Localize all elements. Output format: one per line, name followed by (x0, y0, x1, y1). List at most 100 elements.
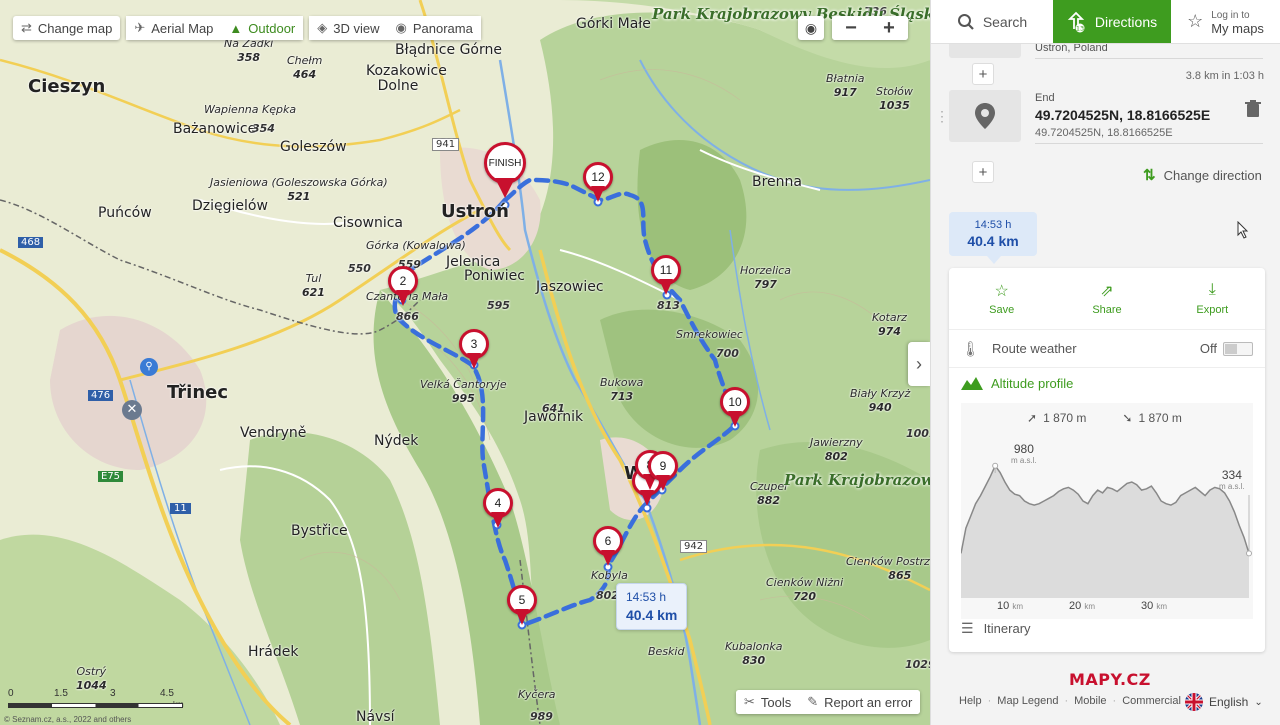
map-toolbar: ⇄ Change map ✈ Aerial Map ▲ Outdoor ◈ 3D vie… (13, 16, 481, 40)
route-summary-bubble[interactable]: 14:53 h 40.4 km (616, 583, 688, 630)
waypoint-marker-2[interactable]: 2 (388, 266, 418, 308)
altitude-end-label: 334 m a.s.l. (1219, 468, 1245, 491)
help-link[interactable]: Help (959, 695, 982, 707)
commercial-link[interactable]: Commercial (1122, 695, 1181, 707)
altitude-profile-graph (961, 462, 1252, 598)
city-label-ustron: Ustroń (441, 201, 509, 222)
route-bubble-time: 14:53 h (626, 590, 667, 604)
language-select[interactable]: English ⌄ (1185, 693, 1263, 711)
tools-button[interactable]: ✂ Tools (736, 690, 800, 714)
waypoint-marker-12[interactable]: 12 (583, 162, 613, 204)
finish-marker[interactable]: FINISH (484, 142, 526, 198)
3d-view-button[interactable]: ◈ 3D view (309, 16, 388, 40)
waypoint-marker-3[interactable]: 3 (459, 329, 489, 371)
poi-icon[interactable]: ✕ (122, 400, 142, 420)
altitude-profile-header[interactable]: Altitude profile (949, 368, 1265, 398)
footer-links: Help · Map Legend · Mobile · Commercial (959, 695, 1181, 707)
town-label-vendryne: Vendryně (240, 425, 307, 441)
locate-button[interactable]: ◉ (798, 16, 824, 40)
zoom-out-button[interactable]: − (832, 16, 870, 40)
town-label-brenna: Brenna (752, 174, 802, 190)
scale-bar (8, 703, 183, 708)
weather-toggle[interactable] (1223, 341, 1253, 356)
town-label-gorki-male: Górki Małe (576, 16, 651, 32)
route-weather-row[interactable]: 🌡 Route weather Off (949, 330, 1265, 368)
trash-icon[interactable] (1245, 100, 1261, 118)
town-label-bazanowice: Bażanowice (173, 121, 257, 137)
peak-label-chelm: Chełm 464 (287, 54, 323, 81)
tab-search[interactable]: Search (931, 0, 1053, 43)
waypoint-marker-5[interactable]: 5 (507, 585, 537, 627)
report-error-button[interactable]: ✎ Report an error (799, 690, 921, 714)
change-map-button[interactable]: ⇄ Change map (13, 16, 121, 40)
panel-tabs: Search 13 Directions ☆ Log in to My maps (931, 0, 1280, 44)
end-stop-row[interactable]: ⋮⋮ End 49.7204525N, 18.8166525E 49.72045… (931, 90, 1280, 144)
peak-label-velka: Velká Čantoryje 995 (420, 378, 507, 405)
tab-my-maps[interactable]: ☆ Log in to My maps (1171, 0, 1280, 43)
waypoint-marker-9[interactable]: 9 (648, 451, 678, 493)
waypoint-marker-11[interactable]: 11 (651, 255, 681, 297)
tools-icon: ✂ (744, 694, 755, 709)
peak-label-czupel: Czupel 882 (750, 480, 788, 507)
mountain-icon: ▲ (229, 20, 243, 36)
peak-label-jawierzny: Jawierzny 802 (810, 436, 863, 463)
waypoint-marker-4[interactable]: 4 (483, 488, 513, 530)
map-controls: ◉ − + (798, 16, 908, 40)
swap-icon: ⇅ (1143, 167, 1156, 184)
panel-collapse-button[interactable]: › (908, 342, 930, 386)
layers-icon: ⇄ (21, 20, 32, 35)
tab-directions[interactable]: 13 Directions (1053, 0, 1171, 43)
peak-label-bukowa: Bukowa 713 (600, 376, 644, 403)
add-stop-button-2[interactable]: + (972, 161, 994, 183)
map-view[interactable]: Cieszyn Třinec Ustroń W Górki Małe Błądn… (0, 0, 930, 725)
save-button[interactable]: ☆ Save (949, 268, 1054, 329)
waypoint-marker-6[interactable]: 6 (593, 526, 623, 568)
waypoint-marker-10[interactable]: 10 (720, 387, 750, 429)
itinerary-button[interactable]: ☰ Itinerary (961, 620, 1031, 637)
km-label-30: 30 km (1141, 600, 1167, 612)
map-type-group: ✈ Aerial Map ▲ Outdoor (126, 16, 304, 40)
zoom-in-button[interactable]: + (870, 16, 908, 40)
mouse-cursor-icon (1237, 221, 1249, 239)
mobile-link[interactable]: Mobile (1074, 695, 1106, 707)
town-label-bladnice: Błądnice Górne (395, 42, 502, 58)
peak-label-jasieniowa: Jasieniowa (Goleszowska Górka) 521 (210, 176, 388, 203)
peak-label-blatnia: Błatnia 917 (826, 72, 865, 99)
road-badge-468: 468 (18, 237, 44, 248)
route-summary-chip[interactable]: 14:53 h 40.4 km (949, 212, 1037, 264)
altitude-chart[interactable]: ➚ 1 870 m ➘ 1 870 m 980 m a.s.l. 334 m a.s.l… (961, 403, 1253, 619)
peak-elev-550: 550 (348, 262, 371, 275)
bike-icon[interactable]: ⚲ (140, 358, 158, 376)
altitude-max-marker-dot (992, 462, 999, 469)
target-icon: ◉ (804, 19, 818, 36)
end-title: 49.7204525N, 18.8166525E (1035, 107, 1211, 123)
end-caption: End (1035, 92, 1055, 104)
pencil-icon: ✎ (807, 694, 819, 709)
zoom-controls: − + (832, 16, 908, 40)
peak-elev-700: 700 (716, 347, 739, 360)
summary-distance: 40.4 km (967, 233, 1019, 249)
peak-label-gorka: Górka (Kowalowa) (366, 239, 466, 252)
peak-label-smrekowiec: Smrekowiec (676, 328, 743, 341)
km-label-20: 20 km (1069, 600, 1095, 612)
add-stop-button[interactable]: + (972, 63, 994, 85)
view-group: ◈ 3D view ◉ Panorama (309, 16, 481, 40)
map-legend-link[interactable]: Map Legend (997, 695, 1058, 707)
peak-label-tul: Tul 621 (302, 272, 325, 299)
town-label-goleszow: Goleszów (280, 139, 347, 155)
mapy-logo[interactable]: MAPY.CZ (1069, 670, 1151, 689)
aerial-map-button[interactable]: ✈ Aerial Map (126, 16, 222, 40)
star-outline-icon: ☆ (994, 283, 1009, 300)
export-button[interactable]: ⤓ Export (1160, 268, 1265, 329)
chevron-down-icon: ⌄ (1254, 696, 1263, 708)
share-button[interactable]: ⇗ Share (1054, 268, 1159, 329)
star-icon: ☆ (1187, 11, 1204, 31)
change-direction-button[interactable]: ⇅ Change direction (1143, 166, 1262, 184)
altitude-max-label: 980 m a.s.l. (1011, 442, 1037, 465)
peak-label-bialy-krzyz: Biały Krzyż 940 (850, 387, 911, 414)
peak-elev-czantoria: 866 (396, 310, 419, 323)
city-label-trinec: Třinec (167, 382, 229, 403)
outdoor-button[interactable]: ▲ Outdoor (221, 16, 304, 40)
peak-elev-wapienna: 354 (252, 122, 275, 135)
panorama-button[interactable]: ◉ Panorama (387, 16, 481, 40)
